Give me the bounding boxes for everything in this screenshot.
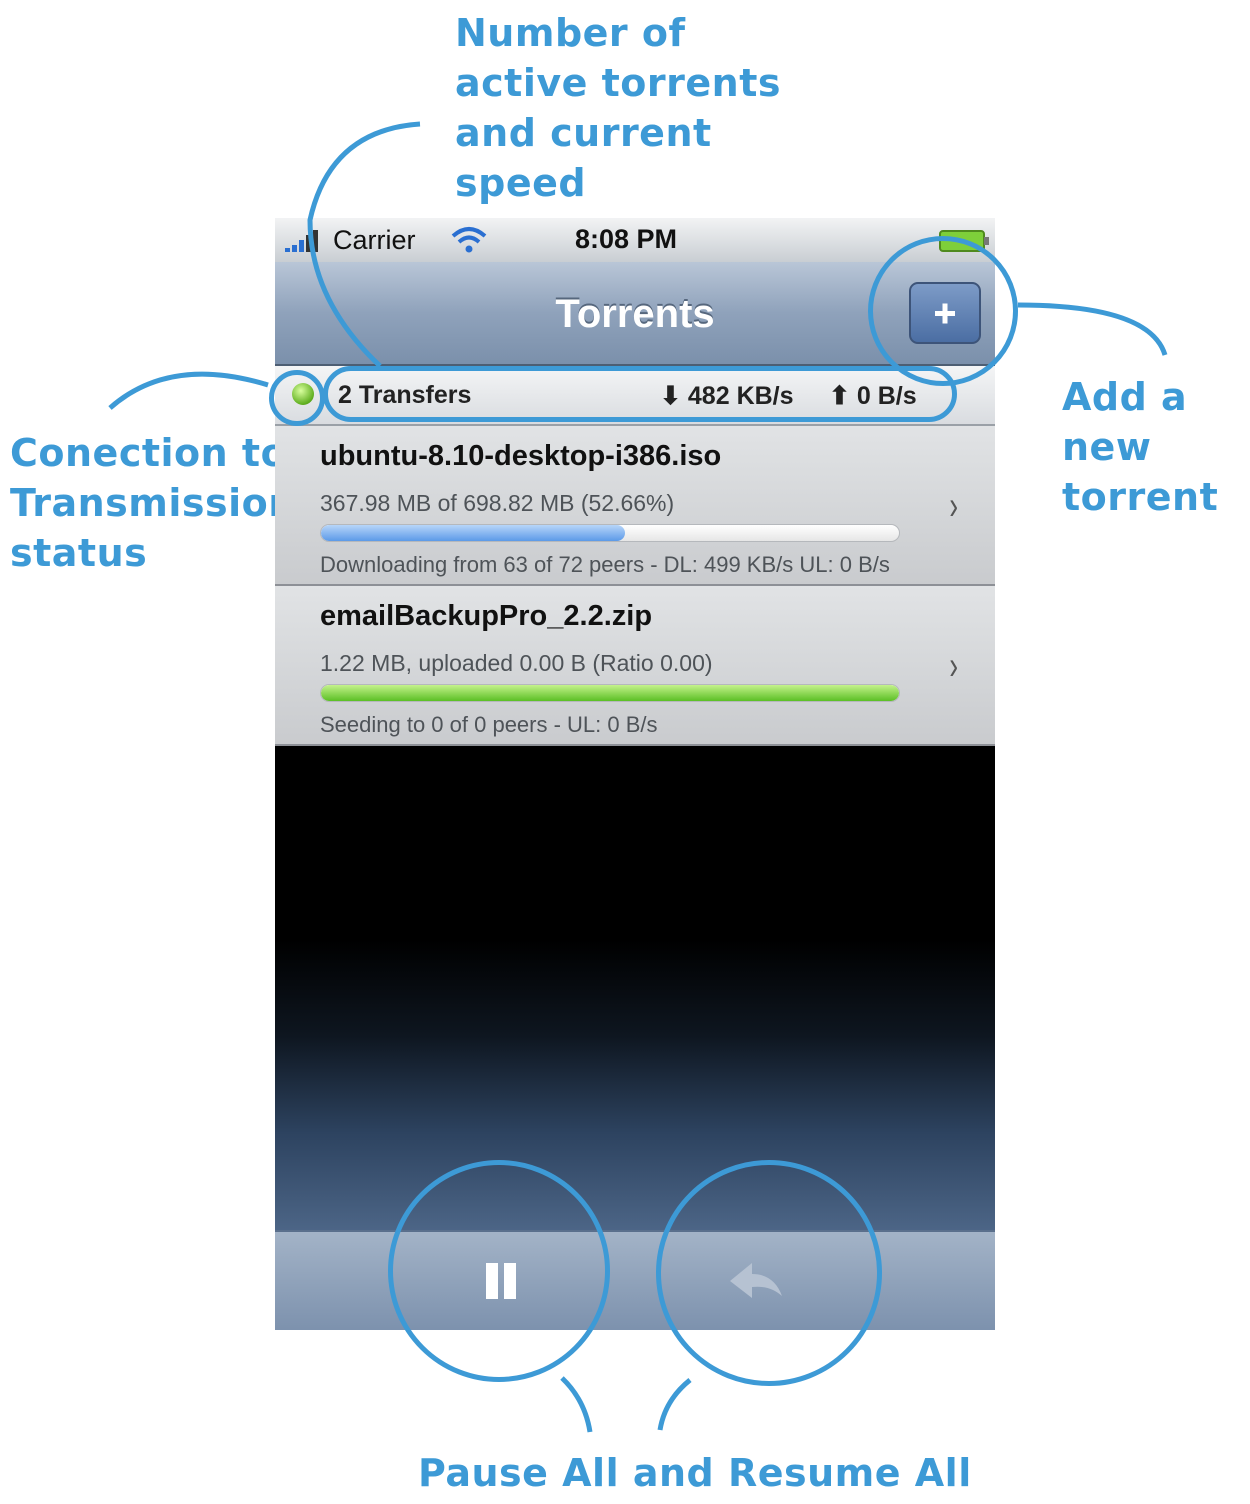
annotation-ring-add [868,236,1018,386]
annotation-add-torrent: Add a new torrent [1062,372,1250,522]
chevron-right-icon: › [949,644,958,688]
torrent-status: Downloading from 63 of 72 peers - DL: 49… [320,552,890,577]
annotation-line: Number of [455,11,686,55]
progress-fill [321,525,626,541]
annotation-ring-summary [323,366,957,422]
connector-left [108,371,269,410]
annotation-line: active torrents [455,61,781,105]
annotation-pause-resume: Pause All and Resume All [418,1451,972,1495]
connector-pause [560,1376,593,1433]
torrent-progress-text: 1.22 MB, uploaded 0.00 B (Ratio 0.00) [320,650,713,676]
annotation-line: Conection to [10,431,288,475]
status-bar: Carrier 8:08 PM [275,218,995,262]
annotation-line: torrent [1062,475,1219,519]
empty-list-area [275,746,995,1230]
progress-bar [320,684,900,702]
torrent-row[interactable]: emailBackupPro_2.2.zip 1.22 MB, uploaded… [275,586,995,746]
torrent-name: ubuntu-8.10-desktop-i386.iso [320,440,722,472]
annotation-line: Transmission [10,481,296,525]
annotation-line: status [10,531,148,575]
signal-icon [285,230,318,252]
connector-right [1017,302,1168,356]
annotation-line: Add a new [1062,375,1188,469]
clock: 8:08 PM [575,224,678,254]
annotation-line: and current [455,111,712,155]
carrier-label: Carrier [333,225,416,255]
wifi-icon [451,227,487,253]
annotation-line: speed [455,161,587,205]
annotation-ring-resume [656,1160,882,1386]
annotation-active-torrents: Number of active torrents and current sp… [455,8,781,208]
progress-bar [320,524,900,542]
bottom-toolbar [275,1230,995,1330]
torrent-status: Seeding to 0 of 0 peers - UL: 0 B/s [320,712,658,737]
annotation-ring-connection [269,370,325,426]
chevron-right-icon: › [949,484,958,528]
torrent-progress-text: 367.98 MB of 698.82 MB (52.66%) [320,490,675,516]
connector-resume [657,1378,692,1431]
annotation-ring-pause [388,1160,610,1382]
annotation-connection-status: Conection to Transmission status [10,428,296,578]
progress-fill [321,685,899,701]
torrent-row[interactable]: ubuntu-8.10-desktop-i386.iso 367.98 MB o… [275,426,995,586]
torrent-name: emailBackupPro_2.2.zip [320,600,653,632]
